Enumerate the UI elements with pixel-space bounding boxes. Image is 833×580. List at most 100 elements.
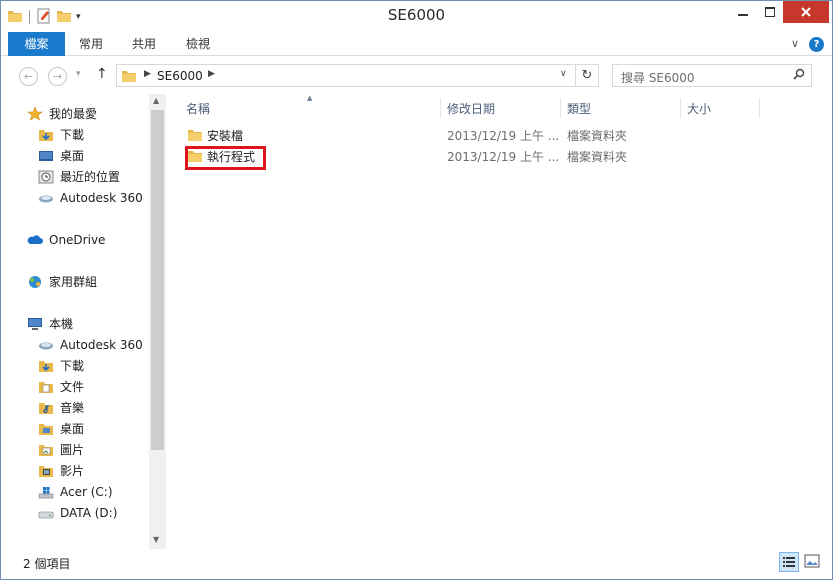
downloads-folder-icon (38, 358, 54, 374)
scroll-down-icon[interactable]: ▼ (153, 535, 159, 544)
ribbon-tabs: 檔案 常用 共用 檢視 ∨ ? (1, 32, 832, 56)
homegroup-icon (27, 274, 43, 290)
help-icon[interactable]: ? (809, 37, 824, 52)
documents-folder-icon (38, 379, 54, 395)
sidebar-item-desktop[interactable]: 桌面 (38, 145, 84, 166)
breadcrumb-chevron-icon[interactable]: ▶ (144, 69, 151, 79)
sidebar-item-downloads-pc[interactable]: 下載 (38, 355, 84, 376)
sidebar-item-label: 音樂 (60, 401, 85, 415)
item-count: 2 個項目 (23, 557, 71, 571)
sidebar-item-desktop-pc[interactable]: 桌面 (38, 418, 84, 439)
tab-home[interactable]: 常用 (65, 32, 117, 56)
details-view-icon (783, 557, 795, 567)
sidebar-item-label: 桌面 (60, 422, 85, 436)
search-icon[interactable] (793, 68, 805, 83)
column-header-type[interactable]: 類型 (567, 98, 591, 120)
file-date: 2013/12/19 上午 ... (447, 129, 560, 143)
tab-share[interactable]: 共用 (117, 32, 171, 56)
sidebar-item-videos[interactable]: 影片 (38, 460, 84, 481)
sidebar-item-label: 本機 (49, 317, 74, 331)
address-dropdown-icon[interactable]: ∨ (560, 69, 567, 79)
navigation-pane: 我的最愛 下載 桌面 最近的位置 Autodesk 360 OneDrive 家… (1, 94, 167, 549)
sidebar-item-autodesk360[interactable]: Autodesk 360 (38, 334, 143, 355)
sidebar-item-favorites[interactable]: 我的最愛 (27, 103, 97, 124)
scroll-up-icon[interactable]: ▲ (153, 96, 159, 105)
tab-file[interactable]: 檔案 (8, 32, 65, 56)
recent-places-icon (38, 169, 54, 185)
tab-view[interactable]: 檢視 (171, 32, 225, 56)
folder-icon (121, 68, 137, 87)
cloud-drive-icon (38, 190, 54, 206)
sidebar-item-autodesk360-fav[interactable]: Autodesk 360 (38, 187, 143, 208)
forward-button[interactable]: → (48, 67, 67, 86)
sidebar-item-thispc[interactable]: 本機 (27, 313, 73, 334)
highlight-annotation-box (185, 146, 266, 170)
desktop-icon (38, 148, 54, 164)
search-input[interactable]: 搜尋 SE6000 (612, 64, 812, 87)
minimize-button[interactable] (729, 1, 756, 23)
expand-ribbon-icon[interactable]: ∨ (791, 37, 799, 50)
sidebar-item-downloads[interactable]: 下載 (38, 124, 84, 145)
address-bar[interactable]: ▶ SE6000 ▶ ∨ (116, 64, 576, 87)
refresh-button[interactable]: ↻ (576, 64, 599, 87)
music-folder-icon (38, 400, 54, 416)
sidebar-item-pictures[interactable]: 圖片 (38, 439, 84, 460)
column-divider[interactable] (680, 98, 681, 118)
sidebar-item-label: DATA (D:) (60, 505, 118, 520)
search-placeholder: 搜尋 SE6000 (621, 71, 695, 85)
file-list: ▲ 名稱 修改日期 類型 大小 安裝檔 2013/12/19 上午 ... 檔案… (167, 94, 832, 549)
sidebar-item-recent[interactable]: 最近的位置 (38, 166, 120, 187)
maximize-button[interactable] (756, 1, 783, 23)
back-button[interactable]: ← (19, 67, 38, 86)
sidebar-item-label: OneDrive (49, 232, 106, 247)
sidebar-item-label: 桌面 (60, 149, 85, 163)
star-icon (27, 105, 43, 122)
sort-ascending-icon: ▲ (307, 94, 313, 102)
file-name: 安裝檔 (207, 129, 244, 143)
large-icons-view-button[interactable] (803, 552, 823, 572)
downloads-folder-icon (38, 127, 54, 143)
column-header-date[interactable]: 修改日期 (447, 98, 495, 120)
drive-icon (38, 505, 54, 521)
sidebar-item-label: 下載 (60, 359, 85, 373)
title-bar: ▾ SE6000 (1, 1, 832, 32)
column-divider[interactable] (759, 98, 760, 118)
pictures-folder-icon (38, 442, 54, 458)
explorer-window: ▾ SE6000 檔案 常用 共用 檢視 ∨ ? ← → ▾ ↑ ▶ SE600 (0, 0, 833, 580)
address-row: ← → ▾ ↑ ▶ SE6000 ▶ ∨ ↻ 搜尋 SE6000 (1, 56, 832, 94)
file-type: 檔案資料夾 (567, 150, 628, 164)
videos-folder-icon (38, 463, 54, 479)
file-date: 2013/12/19 上午 ... (447, 150, 560, 164)
sidebar-item-drive-c[interactable]: Acer (C:) (38, 481, 113, 502)
sidebar-item-label: 文件 (60, 380, 85, 394)
scrollbar-thumb[interactable] (151, 110, 164, 450)
navigation-pane-scrollbar[interactable]: ▲ ▼ (149, 94, 166, 549)
column-divider[interactable] (560, 98, 561, 118)
sidebar-item-music[interactable]: 音樂 (38, 397, 84, 418)
up-button[interactable]: ↑ (96, 66, 108, 82)
sidebar-item-label: 我的最愛 (49, 107, 98, 121)
sidebar-item-documents[interactable]: 文件 (38, 376, 84, 397)
breadcrumb-chevron-icon[interactable]: ▶ (208, 69, 215, 79)
cloud-drive-icon (38, 337, 54, 353)
sidebar-item-label: 圖片 (60, 443, 85, 457)
close-icon (801, 7, 811, 17)
sidebar-item-label: Acer (C:) (60, 484, 113, 499)
file-type: 檔案資料夾 (567, 129, 628, 143)
sidebar-item-label: 家用群組 (49, 275, 98, 289)
column-divider[interactable] (440, 98, 441, 118)
column-header-size[interactable]: 大小 (687, 98, 711, 120)
folder-icon (187, 127, 203, 146)
sidebar-item-label: Autodesk 360 (60, 337, 143, 352)
sidebar-item-homegroup[interactable]: 家用群組 (27, 271, 97, 292)
sidebar-item-drive-d[interactable]: DATA (D:) (38, 502, 117, 523)
sidebar-item-label: 下載 (60, 128, 85, 142)
computer-icon (27, 316, 43, 332)
breadcrumb-se6000[interactable]: SE6000 (157, 69, 203, 83)
column-header-name[interactable]: 名稱 (186, 98, 210, 120)
sidebar-item-onedrive[interactable]: OneDrive (27, 229, 105, 250)
recent-locations-icon[interactable]: ▾ (76, 69, 81, 79)
close-button[interactable] (783, 1, 829, 23)
details-view-button[interactable] (779, 552, 799, 572)
windows-drive-icon (38, 484, 54, 500)
